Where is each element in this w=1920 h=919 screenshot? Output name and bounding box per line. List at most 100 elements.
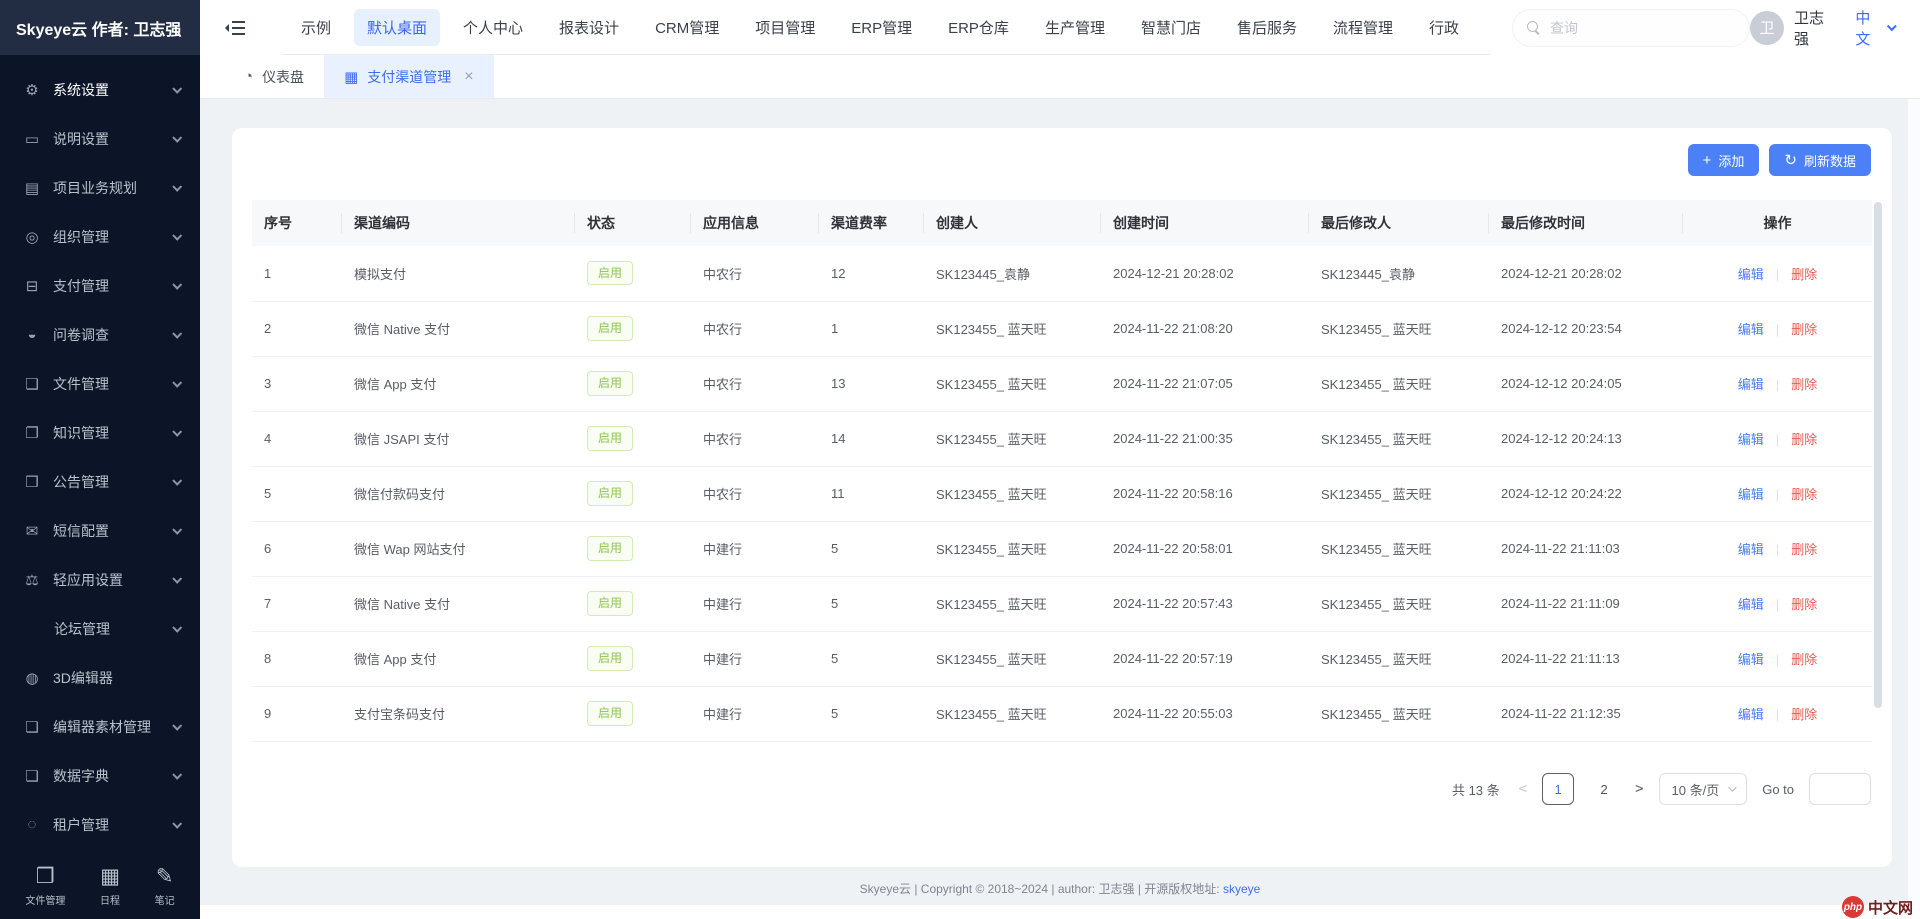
nav-item-售后服务[interactable]: 售后服务: [1224, 9, 1310, 46]
nav-item-默认桌面[interactable]: 默认桌面: [354, 9, 440, 46]
edit-link[interactable]: 编辑: [1738, 432, 1764, 447]
cell-rate: 5: [819, 576, 924, 631]
tab-仪表盘[interactable]: ◔仪表盘: [224, 55, 324, 98]
sidebar-item-3D编辑器[interactable]: ◍3D编辑器: [0, 653, 200, 702]
sidebar-item-租户管理[interactable]: ◌租户管理: [0, 800, 200, 849]
page-number-2[interactable]: 2: [1588, 773, 1620, 805]
column-header-渠道编码: 渠道编码: [342, 200, 575, 246]
edit-link[interactable]: 编辑: [1738, 707, 1764, 722]
edit-link[interactable]: 编辑: [1738, 377, 1764, 392]
sidebar-item-编辑器素材管理[interactable]: ❏编辑器素材管理: [0, 702, 200, 751]
edit-link[interactable]: 编辑: [1738, 652, 1764, 667]
table-header-row: 序号渠道编码状态应用信息渠道费率创建人创建时间最后修改人最后修改时间操作: [252, 200, 1872, 246]
nav-item-个人中心[interactable]: 个人中心: [450, 9, 536, 46]
edit-link[interactable]: 编辑: [1738, 597, 1764, 612]
nav-item-智慧门店[interactable]: 智慧门店: [1128, 9, 1214, 46]
php-cn-text: 中文网: [1868, 897, 1913, 918]
edit-link[interactable]: 编辑: [1738, 322, 1764, 337]
delete-link[interactable]: 删除: [1791, 652, 1817, 667]
table-row: 4微信 JSAPI 支付启用中农行14SK123455_ 蓝天旺2024-11-…: [252, 411, 1872, 466]
cell-modifier: SK123455_ 蓝天旺: [1309, 686, 1489, 741]
nav-item-项目管理[interactable]: 项目管理: [742, 9, 828, 46]
skyeye-link[interactable]: skyeye: [1223, 882, 1260, 896]
page-number-1[interactable]: 1: [1542, 773, 1574, 805]
tab-支付渠道管理[interactable]: ▦支付渠道管理×: [324, 55, 494, 98]
nav-item-示例[interactable]: 示例: [288, 9, 344, 46]
survey-icon: ◒: [22, 326, 42, 343]
pagination: 共 13 条 < 12 > 10 条/页 Go to: [1452, 773, 1871, 805]
chevron-down-icon: [1887, 21, 1897, 31]
cell-creator: SK123445_袁静: [924, 246, 1101, 301]
cell-modifier: SK123445_袁静: [1309, 246, 1489, 301]
sidebar-shortcut-日程[interactable]: ▦日程: [100, 866, 120, 907]
sidebar-item-论坛管理[interactable]: 论坛管理: [0, 604, 200, 653]
nav-item-ERP仓库[interactable]: ERP仓库: [935, 9, 1022, 46]
cell-rate: 12: [819, 246, 924, 301]
sidebar-item-说明设置[interactable]: ▭说明设置: [0, 114, 200, 163]
edit-link[interactable]: 编辑: [1738, 267, 1764, 282]
delete-link[interactable]: 删除: [1791, 487, 1817, 502]
delete-link[interactable]: 删除: [1791, 377, 1817, 392]
cell-actions: 编辑|删除: [1683, 631, 1872, 686]
column-header-状态: 状态: [575, 200, 691, 246]
sidebar-item-轻应用设置[interactable]: ⚖轻应用设置: [0, 555, 200, 604]
prev-page-arrow[interactable]: <: [1519, 781, 1527, 797]
edit-link[interactable]: 编辑: [1738, 542, 1764, 557]
nav-item-ERP管理[interactable]: ERP管理: [838, 9, 925, 46]
cell-modifier: SK123455_ 蓝天旺: [1309, 631, 1489, 686]
sidebar-item-短信配置[interactable]: ✉短信配置: [0, 506, 200, 555]
next-page-arrow[interactable]: >: [1635, 781, 1643, 797]
page-scrollbar[interactable]: [1907, 99, 1920, 905]
sidebar-item-组织管理[interactable]: ◎组织管理: [0, 212, 200, 261]
delete-link[interactable]: 删除: [1791, 597, 1817, 612]
nav-item-CRM管理[interactable]: CRM管理: [642, 9, 732, 46]
table-scrollbar-thumb[interactable]: [1874, 202, 1882, 708]
avatar[interactable]: 卫: [1750, 11, 1784, 45]
close-icon[interactable]: ×: [464, 69, 473, 85]
add-button[interactable]: + 添加: [1688, 144, 1760, 176]
sidebar-item-数据字典[interactable]: ❏数据字典: [0, 751, 200, 800]
delete-link[interactable]: 删除: [1791, 322, 1817, 337]
delete-link[interactable]: 删除: [1791, 432, 1817, 447]
cell-channel-code: 微信 App 支付: [342, 356, 575, 411]
sidebar-item-系统设置[interactable]: ⚙系统设置: [0, 65, 200, 114]
refresh-button[interactable]: ↻ 刷新数据: [1769, 144, 1871, 176]
sidebar-item-问卷调查[interactable]: ◒问卷调查: [0, 310, 200, 359]
file-icon: ❏: [22, 375, 42, 393]
sidebar-item-项目业务规划[interactable]: ▤项目业务规划: [0, 163, 200, 212]
truck-icon: ⊟: [22, 277, 42, 295]
username[interactable]: 卫志强: [1794, 7, 1835, 49]
chevron-down-icon: [1728, 783, 1736, 791]
card-toolbar: + 添加 ↻ 刷新数据: [1688, 144, 1871, 176]
sidebar-item-公告管理[interactable]: ❒公告管理: [0, 457, 200, 506]
sidebar-item-知识管理[interactable]: ❐知识管理: [0, 408, 200, 457]
column-header-创建人: 创建人: [924, 200, 1101, 246]
nav-item-生产管理[interactable]: 生产管理: [1032, 9, 1118, 46]
search-input[interactable]: [1550, 20, 1720, 36]
delete-link[interactable]: 删除: [1791, 707, 1817, 722]
sidebar-item-文件管理[interactable]: ❏文件管理: [0, 359, 200, 408]
nav-item-报表设计[interactable]: 报表设计: [546, 9, 632, 46]
copyright-footer: Skyeye云 | Copyright © 2018~2024 | author…: [200, 880, 1920, 897]
cell-modifier: SK123455_ 蓝天旺: [1309, 411, 1489, 466]
sidebar-item-支付管理[interactable]: ⊟支付管理: [0, 261, 200, 310]
delete-link[interactable]: 删除: [1791, 267, 1817, 282]
edit-link[interactable]: 编辑: [1738, 487, 1764, 502]
delete-link[interactable]: 删除: [1791, 542, 1817, 557]
page-size-select[interactable]: 10 条/页: [1659, 773, 1748, 805]
goto-page-input[interactable]: [1809, 773, 1871, 805]
sidebar-shortcut-笔记[interactable]: ✎笔记: [155, 866, 175, 907]
sidebar-shortcut-文件管理[interactable]: ❒文件管理: [25, 866, 65, 907]
table-row: 7微信 Native 支付启用中建行5SK123455_ 蓝天旺2024-11-…: [252, 576, 1872, 631]
main-area: 示例默认桌面个人中心报表设计 CRM管理项目管理 ERP管理 ERP仓库生产管理智慧门…: [200, 0, 1920, 919]
table-row: 6微信 Wap 网站支付启用中建行5SK123455_ 蓝天旺2024-11-2…: [252, 521, 1872, 576]
nav-item-行政[interactable]: 行政: [1416, 9, 1472, 46]
cell-modifier: SK123455_ 蓝天旺: [1309, 521, 1489, 576]
dashboard-gauge-icon: ◔: [244, 68, 253, 85]
language-switcher[interactable]: 中文: [1855, 7, 1894, 49]
nav-item-流程管理[interactable]: 流程管理: [1320, 9, 1406, 46]
cell-created-time: 2024-11-22 21:00:35: [1101, 411, 1309, 466]
collapse-sidebar-icon[interactable]: [222, 15, 248, 41]
search-box[interactable]: [1512, 9, 1750, 47]
table-row: 9支付宝条码支付启用中建行5SK123455_ 蓝天旺2024-11-22 20…: [252, 686, 1872, 741]
